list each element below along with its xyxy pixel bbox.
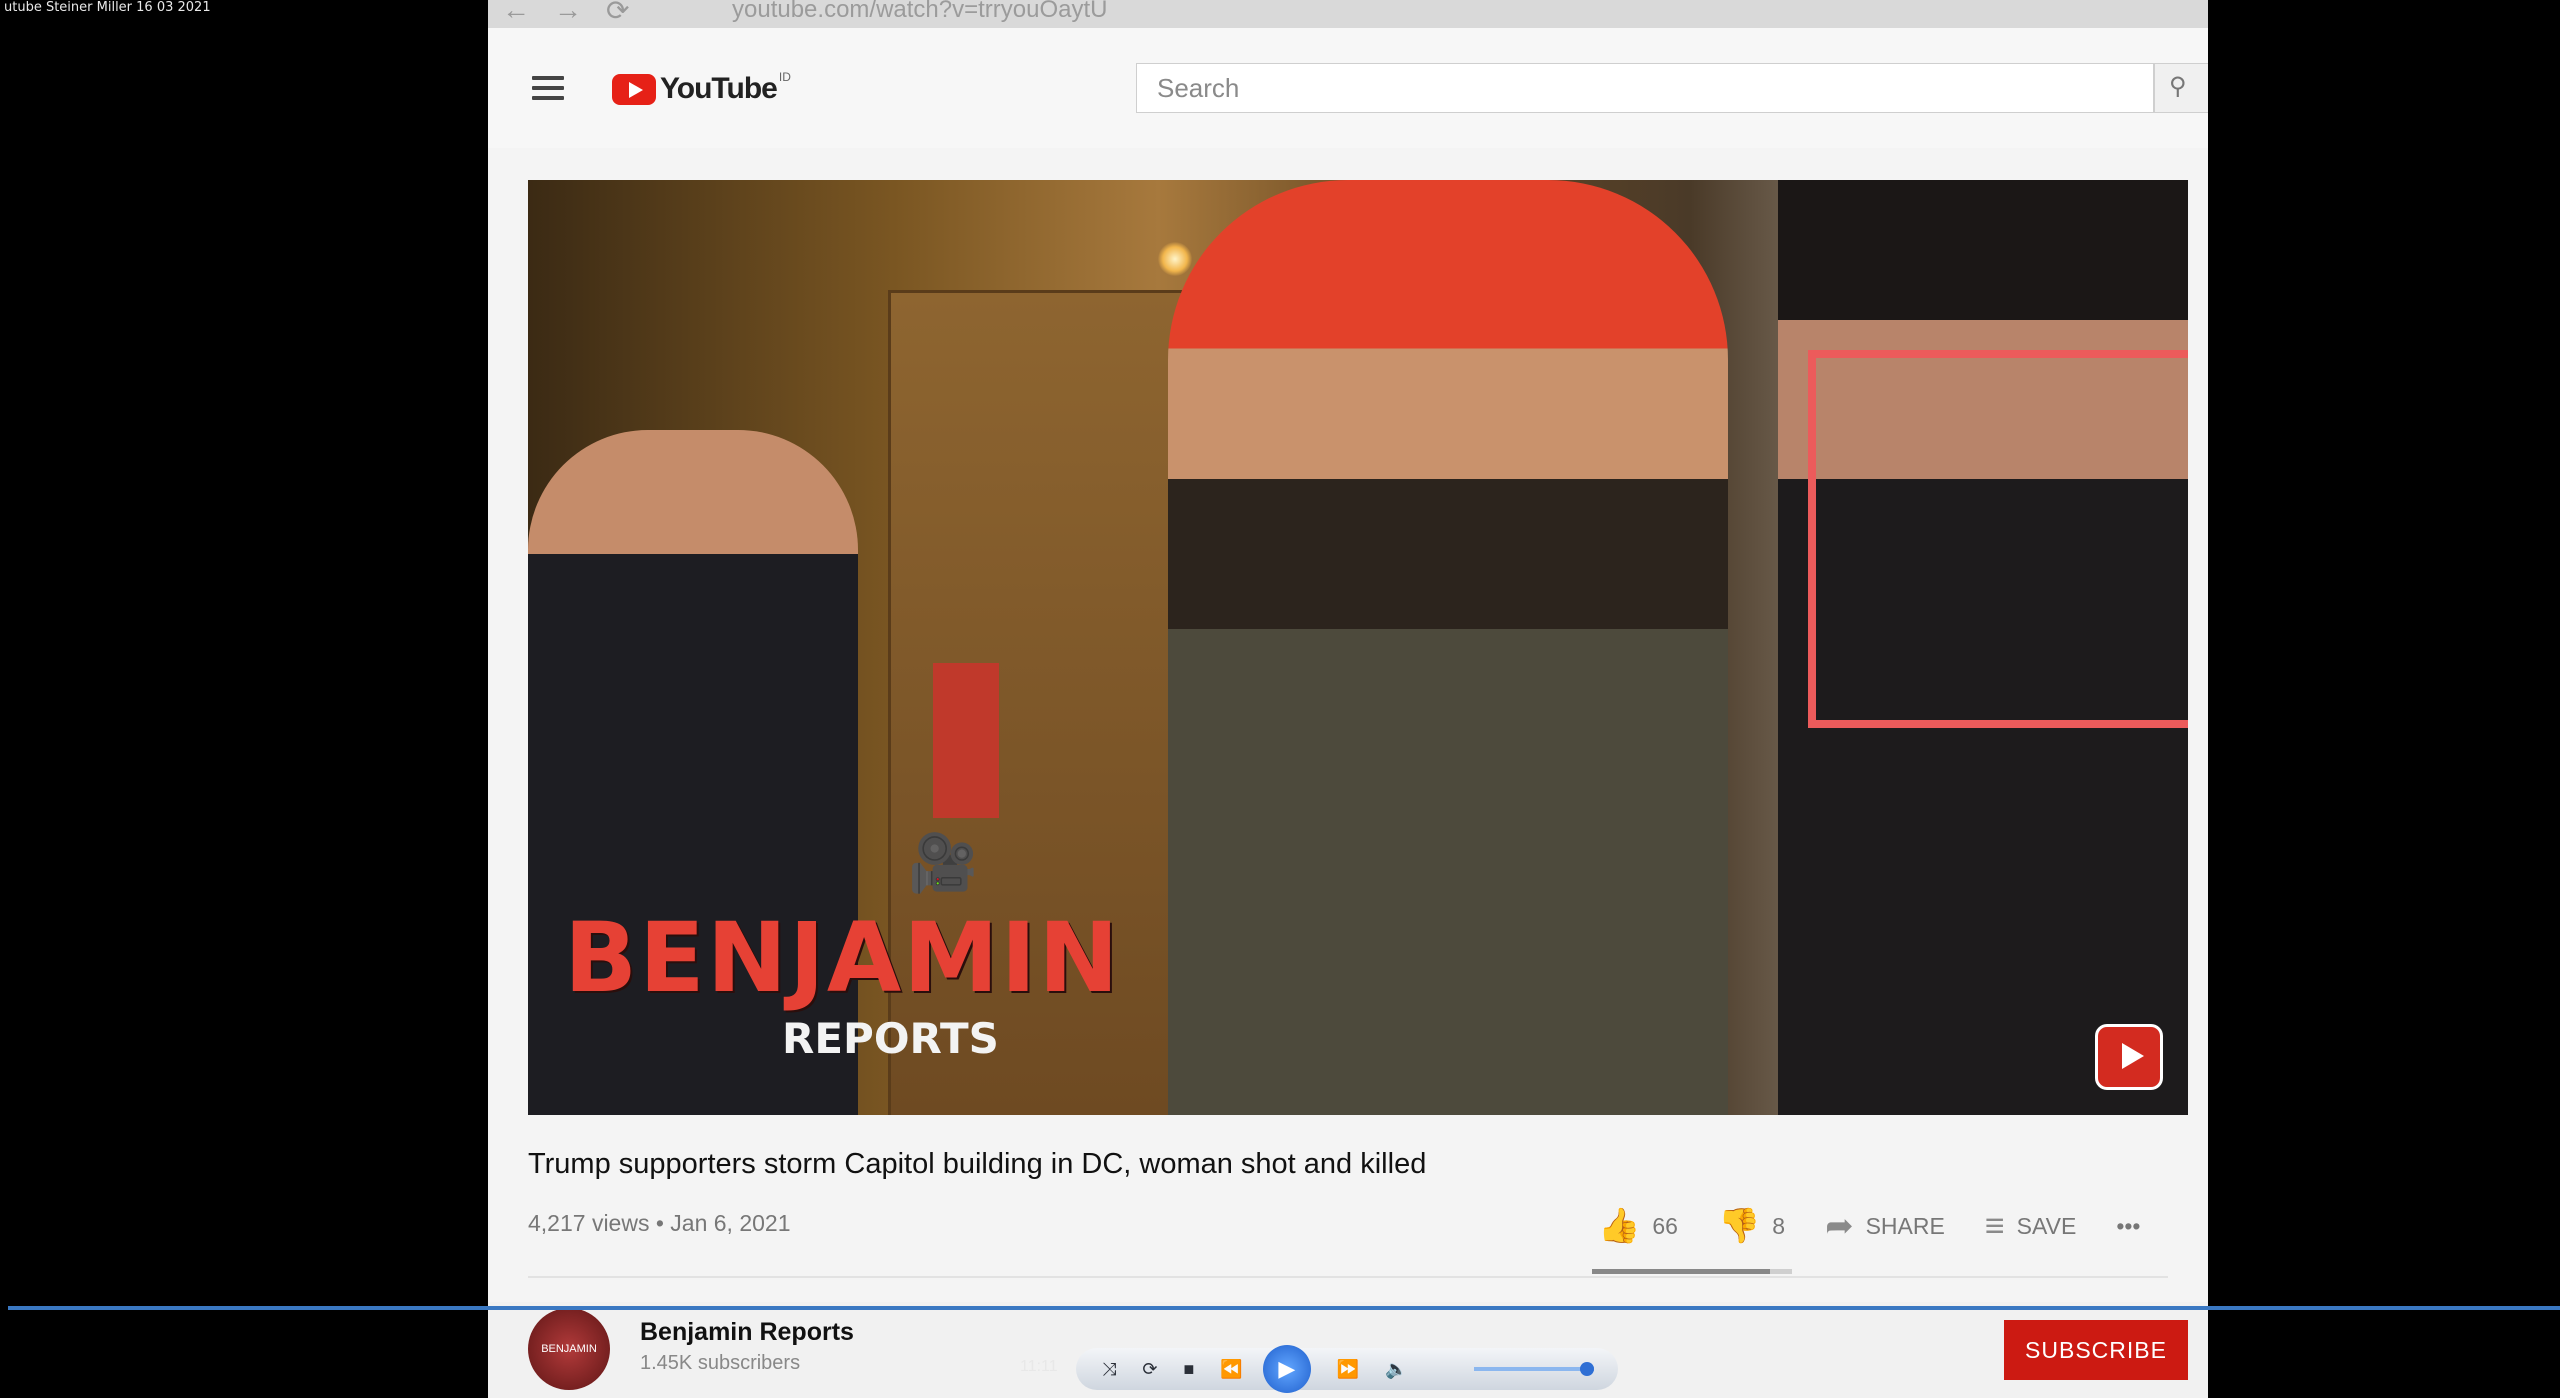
repeat-icon[interactable]: ⟳ — [1142, 1359, 1157, 1380]
like-ratio-fill — [1592, 1269, 1770, 1274]
share-label: SHARE — [1865, 1212, 1945, 1239]
fast-forward-icon[interactable]: ⏩ — [1337, 1359, 1359, 1380]
watermark-sub: REPORTS — [782, 1014, 999, 1063]
save-label: SAVE — [2016, 1212, 2077, 1239]
video-scene-lamp — [1158, 242, 1192, 276]
volume-slider[interactable] — [1474, 1362, 1594, 1376]
search-input[interactable]: Search — [1136, 63, 2154, 113]
watermark-main: BENJAMIN — [564, 902, 1121, 1014]
player-progress-bar[interactable] — [8, 1306, 2560, 1310]
thumbs-up-icon: 👍 — [1598, 1207, 1641, 1245]
like-count: 66 — [1652, 1212, 1678, 1239]
url-text[interactable]: youtube.com/watch?v=trryouOaytU — [732, 0, 1108, 24]
save-button[interactable]: ≡ SAVE — [1985, 1207, 2077, 1246]
back-icon[interactable]: ← — [502, 0, 530, 26]
browser-window: ← → ⟳ youtube.com/watch?v=trryouOaytU Yo… — [488, 0, 2208, 1398]
play-button[interactable]: ▶ — [1262, 1345, 1311, 1393]
channel-name[interactable]: Benjamin Reports — [640, 1318, 854, 1347]
camera-icon: 🎥 — [908, 831, 978, 894]
share-button[interactable]: ➦ SHARE — [1825, 1206, 1945, 1246]
rewind-icon[interactable]: ⏪ — [1220, 1359, 1242, 1380]
playlist-add-icon: ≡ — [1984, 1206, 2005, 1245]
more-icon: ••• — [2116, 1212, 2141, 1239]
video-title: Trump supporters storm Capitol building … — [528, 1148, 1427, 1180]
like-button[interactable]: 👍 66 — [1598, 1206, 1678, 1246]
subscribe-button[interactable]: SUBSCRIBE — [2004, 1320, 2188, 1380]
dislike-button[interactable]: 👎 8 — [1718, 1206, 1785, 1246]
address-bar[interactable]: ← → ⟳ youtube.com/watch?v=trryouOaytU — [488, 0, 2208, 28]
youtube-play-icon — [612, 73, 656, 105]
more-button[interactable]: ••• — [2116, 1213, 2140, 1240]
dislike-count: 8 — [1772, 1212, 1786, 1239]
logo-text: YouTube — [660, 72, 778, 105]
channel-avatar[interactable]: BENJAMIN — [528, 1308, 610, 1390]
reload-icon[interactable]: ⟳ — [606, 0, 629, 27]
player-controls: ⤨ ⟳ ■ ⏪ ▶ ⏩ 🔈 — [1076, 1345, 1618, 1393]
video-player[interactable]: 🎥 BENJAMIN REPORTS — [528, 180, 2188, 1115]
video-actions: 👍 66 👎 8 ➦ SHARE ≡ SAVE ••• — [1598, 1206, 2181, 1246]
youtube-header: YouTube ID Search ⚲ — [488, 28, 2208, 148]
volume-icon[interactable]: 🔈 — [1385, 1359, 1407, 1380]
video-scene-sign — [933, 663, 999, 818]
share-icon: ➦ — [1825, 1207, 1854, 1245]
video-meta: 4,217 views • Jan 6, 2021 — [528, 1210, 791, 1236]
shuffle-icon[interactable]: ⤨ — [1102, 1359, 1116, 1380]
highlight-box — [1808, 350, 2188, 728]
search-icon: ⚲ — [2169, 73, 2187, 100]
logo-country: ID — [778, 70, 791, 84]
thumbs-down-icon: 👎 — [1717, 1207, 1761, 1245]
youtube-logo[interactable]: YouTube ID — [612, 70, 791, 106]
divider — [528, 1276, 2168, 1278]
menu-icon[interactable] — [532, 76, 564, 100]
forward-icon[interactable]: → — [554, 0, 582, 26]
channel-subscribers: 1.45K subscribers — [640, 1352, 801, 1374]
recording-caption: utube Steiner Miller 16 03 2021 — [4, 0, 211, 15]
like-ratio-bar — [1592, 1269, 1792, 1274]
channel-watermark: BENJAMIN REPORTS — [564, 910, 1121, 1063]
player-time: 11:11 — [1020, 1358, 1058, 1375]
subscribe-badge-icon[interactable] — [2095, 1024, 2163, 1090]
search-button[interactable]: ⚲ — [2154, 63, 2208, 113]
video-scene-person-center — [1168, 180, 1728, 1115]
stop-icon[interactable]: ■ — [1184, 1359, 1195, 1380]
